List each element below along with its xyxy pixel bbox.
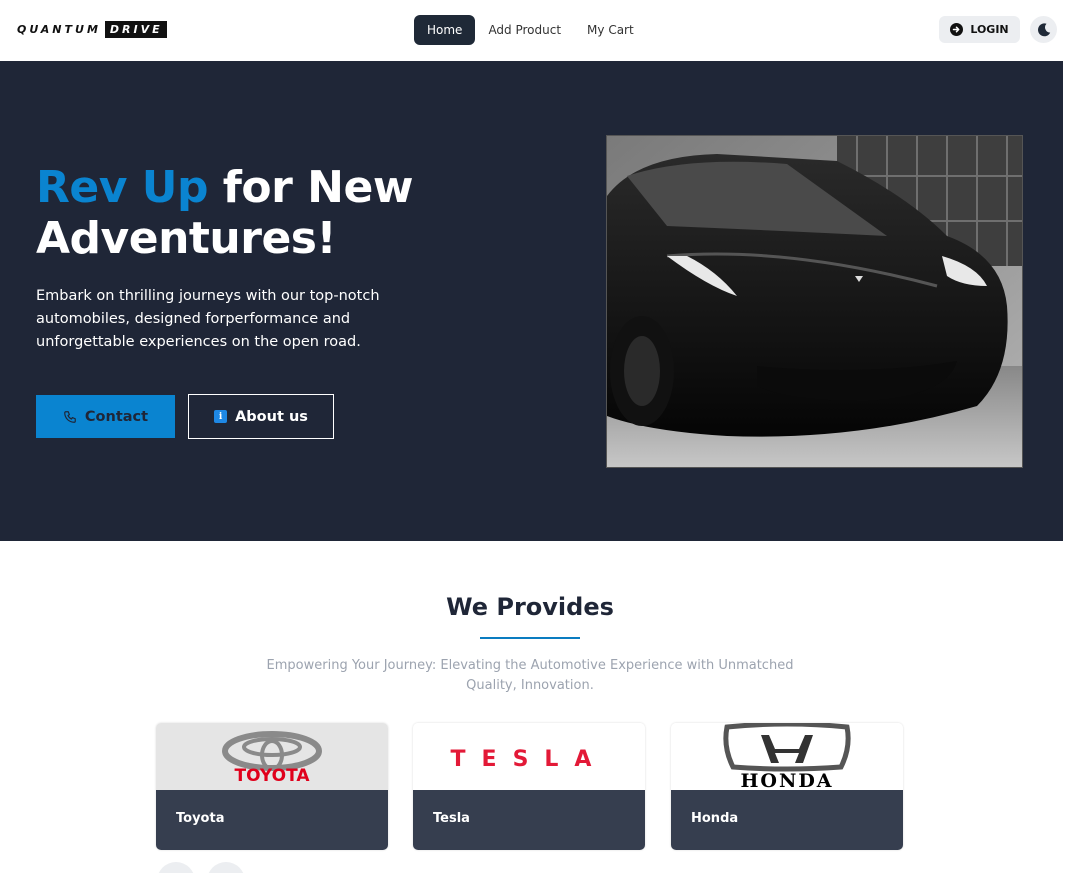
nav-link-my-cart[interactable]: My Cart [574,15,647,45]
contact-label: Contact [84,408,149,425]
section-subtitle: Empowering Your Journey: Elevating the A… [266,658,794,693]
hero-title-accent: Rev Up [36,162,208,213]
tesla-logo-text: TESLA [451,747,608,772]
hero-description: Embark on thrilling journeys with our to… [36,288,380,350]
theme-toggle-button[interactable] [1030,16,1057,43]
brand-card-tesla[interactable]: TESLA Tesla [413,723,645,850]
toyota-logo-text: TOYOTA [234,766,310,786]
hero-car-image [606,135,1023,468]
honda-logo: HONDA [671,723,903,792]
phone-icon [64,410,76,423]
honda-logo-text: HONDA [740,770,833,790]
carousel-next-button[interactable] [207,862,245,873]
login-arrow-icon [950,23,964,36]
brand-card-honda[interactable]: HONDA Honda [671,723,903,850]
navbar: QUANTUM DRIVE Home Add Product My Cart L… [0,0,1066,61]
brand-name-toyota: Toyota [176,811,225,826]
brand-logo[interactable]: QUANTUM DRIVE [17,21,167,38]
nav-link-home[interactable]: Home [414,15,476,45]
hero-title-line2: Adventures! [36,213,337,264]
hero-title-rest: for New [207,162,414,213]
logo-text-quantum: QUANTUM [17,23,101,36]
page: QUANTUM DRIVE Home Add Product My Cart L… [0,0,1066,873]
brand-name-honda: Honda [691,811,739,826]
nav-links: Home Add Product My Cart [414,15,647,45]
about-us-button[interactable]: i About us [188,394,334,439]
tesla-logo: TESLA [413,723,645,790]
carousel-prev-button[interactable] [157,862,195,873]
logo-text-drive: DRIVE [104,21,167,38]
contact-button[interactable]: Contact [36,395,175,438]
nav-link-add-product[interactable]: Add Product [475,15,574,45]
login-label: LOGIN [970,23,1009,36]
section-title: We Provides [446,593,614,621]
moon-icon [1037,22,1050,36]
toyota-logo: TOYOTA [156,723,388,790]
login-button[interactable]: LOGIN [939,16,1020,43]
brand-card-toyota[interactable]: TOYOTA Toyota [156,723,388,850]
hero-title: Rev Up for New Adventures! [36,162,506,264]
about-label: About us [235,408,308,425]
section-underline [480,637,580,639]
info-icon: i [214,410,228,423]
brand-name-tesla: Tesla [433,811,470,826]
hero-section: Rev Up for New Adventures! Embark on thr… [0,61,1063,541]
